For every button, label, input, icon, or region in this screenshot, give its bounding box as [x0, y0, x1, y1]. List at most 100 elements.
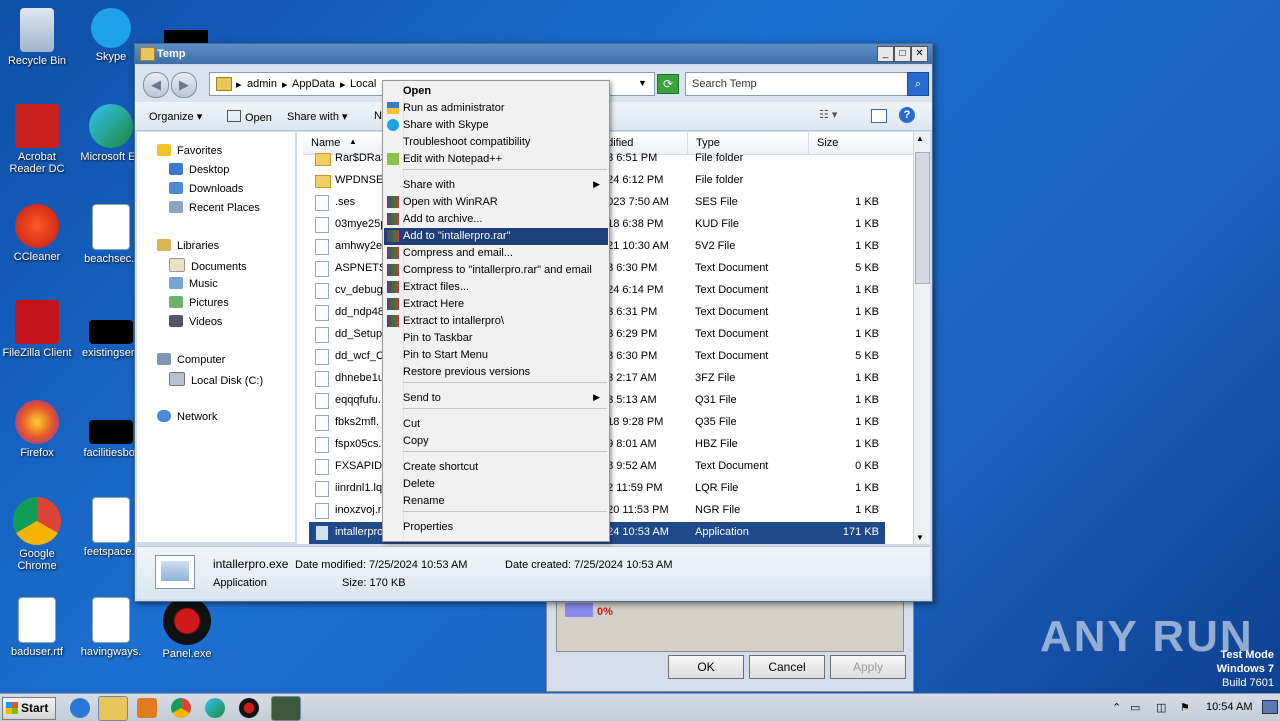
new-folder-button[interactable]: N: [374, 110, 382, 122]
ok-button[interactable]: OK: [668, 655, 744, 679]
desktop-icon-acrobat[interactable]: Acrobat Reader DC: [0, 104, 74, 175]
tray-network-icon[interactable]: ▭: [1130, 701, 1140, 714]
menu-item-restore-previous-versions[interactable]: Restore previous versions: [384, 364, 608, 381]
menu-item-share-with[interactable]: Share with ▶: [384, 177, 608, 194]
scroll-up-icon[interactable]: ▲: [916, 134, 924, 143]
start-button[interactable]: Start: [2, 697, 56, 720]
menu-item-edit-with-notepad[interactable]: Edit with Notepad++: [384, 151, 608, 168]
organize-button[interactable]: Organize ▾: [149, 110, 202, 123]
show-desktop-button[interactable]: [1262, 700, 1278, 714]
breadcrumb-admin[interactable]: admin: [247, 78, 277, 90]
file-icon: [315, 283, 329, 299]
back-button[interactable]: ◀: [143, 72, 169, 98]
taskbar: Start ⌃ ▭ ◫ ⚑ 10:54 AM: [0, 693, 1280, 721]
desktop-icon-label: Firefox: [20, 447, 54, 459]
nav-documents[interactable]: Documents: [169, 258, 247, 273]
desktop-icon-havingways[interactable]: havingways.: [74, 597, 148, 658]
desktop-icon-filezilla[interactable]: FileZilla Client: [0, 300, 74, 359]
cancel-button[interactable]: Cancel: [749, 655, 825, 679]
tray-expand-icon[interactable]: ⌃: [1112, 701, 1121, 714]
details-filename: intallerpro.exe: [213, 557, 289, 571]
terminal-taskbar-icon[interactable]: [271, 696, 301, 721]
menu-item-properties[interactable]: Properties: [384, 519, 608, 536]
menu-item-open-with-winrar[interactable]: Open with WinRAR: [384, 194, 608, 211]
nav-libraries[interactable]: Libraries: [157, 239, 219, 252]
desktop-icon-ccleaner[interactable]: CCleaner: [0, 204, 74, 263]
media-player-icon[interactable]: [137, 698, 157, 718]
navigation-pane: Favorites Desktop Downloads Recent Place…: [137, 132, 295, 542]
breadcrumb-appdata[interactable]: AppData: [292, 78, 335, 90]
forward-button[interactable]: ▶: [171, 72, 197, 98]
folder-icon: [315, 175, 331, 188]
tray-speaker-icon[interactable]: ◫: [1156, 701, 1166, 714]
panel-taskbar-icon[interactable]: [239, 698, 259, 718]
menu-item-label: Edit with Notepad++: [403, 153, 503, 165]
nav-network[interactable]: Network: [157, 410, 217, 423]
explorer-taskbar-icon[interactable]: [98, 696, 128, 721]
menu-item-pin-to-start-menu[interactable]: Pin to Start Menu: [384, 347, 608, 364]
nav-favorites[interactable]: Favorites: [157, 144, 222, 157]
apply-button[interactable]: Apply: [830, 655, 906, 679]
menu-item-add-to-archive[interactable]: Add to archive...: [384, 211, 608, 228]
tray-flag-icon[interactable]: ⚑: [1180, 701, 1190, 714]
menu-item-cut[interactable]: Cut: [384, 416, 608, 433]
desktop-icon-recycle-bin[interactable]: Recycle Bin: [0, 8, 74, 67]
menu-item-send-to[interactable]: Send to ▶: [384, 390, 608, 407]
address-dropdown-icon[interactable]: ▼: [638, 78, 647, 88]
search-input[interactable]: Search Temp: [685, 72, 909, 96]
menu-item-delete[interactable]: Delete: [384, 476, 608, 493]
minimize-button[interactable]: _: [877, 46, 894, 62]
title-bar[interactable]: Temp _ □ ✕: [135, 44, 932, 64]
nav-recent-places[interactable]: Recent Places: [169, 201, 260, 214]
nav-videos[interactable]: Videos: [169, 315, 222, 328]
edge-taskbar-icon[interactable]: [205, 698, 225, 718]
nav-computer[interactable]: Computer: [157, 353, 225, 366]
scroll-down-icon[interactable]: ▼: [916, 533, 924, 542]
share-with-button[interactable]: Share with ▾: [287, 110, 348, 123]
menu-item-pin-to-taskbar[interactable]: Pin to Taskbar: [384, 330, 608, 347]
menu-item-extract-to-intallerpro[interactable]: Extract to intallerpro\: [384, 313, 608, 330]
clock[interactable]: 10:54 AM: [1206, 701, 1252, 713]
progress-icon: [565, 603, 593, 617]
nav-local-disk[interactable]: Local Disk (C:): [169, 372, 263, 387]
vertical-scrollbar[interactable]: ▲ ▼: [913, 132, 930, 544]
maximize-button[interactable]: □: [894, 46, 911, 62]
close-button[interactable]: ✕: [911, 46, 928, 62]
breadcrumb-local[interactable]: Local: [350, 78, 376, 90]
menu-item-extract-files[interactable]: Extract files...: [384, 279, 608, 296]
desktop-icon-firefox[interactable]: Firefox: [0, 400, 74, 459]
nav-pictures[interactable]: Pictures: [169, 296, 229, 309]
menu-item-run-as-administrator[interactable]: Run as administrator: [384, 100, 608, 117]
menu-item-extract-here[interactable]: Extract Here: [384, 296, 608, 313]
file-type: KUD File: [695, 218, 740, 230]
desktop-icon-baduser[interactable]: baduser.rtf: [0, 597, 74, 658]
menu-item-copy[interactable]: Copy: [384, 433, 608, 450]
search-icon[interactable]: ⌕: [907, 72, 929, 96]
menu-item-compress-to-intallerpro-rar-and-email[interactable]: Compress to "intallerpro.rar" and email: [384, 262, 608, 279]
menu-item-troubleshoot-compatibility[interactable]: Troubleshoot compatibility: [384, 134, 608, 151]
preview-pane-icon[interactable]: [871, 109, 887, 123]
scroll-thumb[interactable]: [915, 152, 930, 284]
help-icon[interactable]: ?: [899, 107, 915, 123]
menu-item-label: Cut: [403, 418, 421, 430]
menu-item-share-with-skype[interactable]: Share with Skype: [384, 117, 608, 134]
chrome-taskbar-icon[interactable]: [171, 698, 191, 718]
downloads-icon: [169, 182, 183, 194]
nav-music[interactable]: Music: [169, 277, 218, 290]
view-options-icon[interactable]: ☷ ▾: [819, 108, 837, 121]
refresh-icon[interactable]: ⟳: [657, 74, 679, 94]
menu-item-add-to-intallerpro-rar[interactable]: Add to "intallerpro.rar": [384, 228, 608, 245]
nav-desktop[interactable]: Desktop: [169, 163, 229, 176]
file-name: intallerpro: [335, 526, 384, 538]
nav-downloads[interactable]: Downloads: [169, 182, 243, 195]
menu-item-create-shortcut[interactable]: Create shortcut: [384, 459, 608, 476]
desktop-icon-chrome[interactable]: Google Chrome: [0, 497, 74, 572]
ie-icon[interactable]: [70, 698, 90, 718]
open-button[interactable]: Open: [227, 110, 272, 124]
menu-item-label: Properties: [403, 521, 454, 533]
menu-item-compress-and-email[interactable]: Compress and email...: [384, 245, 608, 262]
menu-item-rename[interactable]: Rename: [384, 493, 608, 510]
desktop-icon-panel[interactable]: Panel.exe: [150, 597, 224, 660]
menu-item-open[interactable]: Open: [384, 83, 608, 100]
menu-item-label: Compress and email...: [403, 247, 514, 259]
